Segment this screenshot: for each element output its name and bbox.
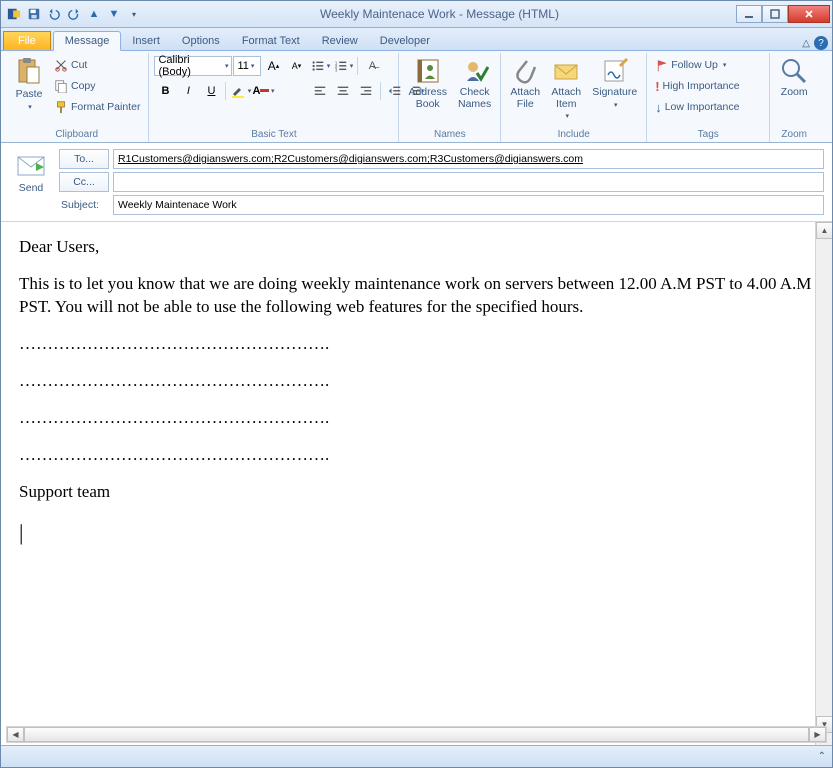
body-dots: ………………………………………………. (19, 370, 814, 393)
qat-save-button[interactable] (25, 5, 43, 23)
group-tags-title: Tags (652, 128, 764, 142)
italic-button[interactable]: I (177, 80, 199, 102)
group-clipboard: Paste ▾ Cut Copy Format Painter Clipboar… (5, 53, 149, 142)
cc-button[interactable]: Cc... (59, 172, 109, 192)
body-dots: ………………………………………………. (19, 407, 814, 430)
paste-button[interactable]: Paste ▾ (10, 55, 48, 113)
check-names-button[interactable]: Check Names (454, 55, 495, 112)
format-painter-button[interactable]: Format Painter (51, 97, 143, 117)
subject-label: Subject: (59, 199, 109, 211)
attach-file-button[interactable]: Attach File (506, 55, 544, 112)
group-tags: Follow Up▾ !High Importance ↓Low Importa… (647, 53, 770, 142)
ribbon-tabs: File Message Insert Options Format Text … (1, 28, 832, 51)
tab-format-text[interactable]: Format Text (231, 32, 311, 50)
group-include: Attach File Attach Item▾ Signature▾ Incl… (501, 53, 647, 142)
align-left-button[interactable] (309, 80, 331, 102)
follow-up-button[interactable]: Follow Up▾ (652, 55, 764, 75)
horizontal-scrollbar[interactable]: ◀ ▶ (6, 726, 827, 743)
group-zoom: Zoom Zoom (770, 53, 818, 142)
attach-item-button[interactable]: Attach Item▾ (547, 55, 585, 122)
group-zoom-title: Zoom (775, 128, 813, 142)
qat-undo-button[interactable] (45, 5, 63, 23)
group-basic-text-title: Basic Text (154, 128, 393, 142)
vertical-scrollbar[interactable]: ▲ ▼ (815, 222, 832, 750)
subject-field[interactable]: Weekly Maintenace Work (113, 195, 824, 215)
tab-insert[interactable]: Insert (121, 32, 171, 50)
text-cursor: | (19, 518, 814, 548)
font-color-button[interactable]: A▾ (252, 80, 274, 102)
scroll-up-button[interactable]: ▲ (816, 222, 832, 239)
clear-formatting-button[interactable]: A̶ (361, 55, 383, 77)
group-names-title: Names (404, 128, 495, 142)
high-importance-button[interactable]: !High Importance (652, 76, 764, 96)
tab-review[interactable]: Review (311, 32, 369, 50)
numbering-button[interactable]: 123▾ (332, 55, 354, 77)
group-clipboard-title: Clipboard (10, 128, 143, 142)
outlook-icon (5, 5, 23, 23)
body-dots: ………………………………………………. (19, 444, 814, 467)
align-right-button[interactable] (355, 80, 377, 102)
ribbon: Paste ▾ Cut Copy Format Painter Clipboar… (1, 51, 832, 143)
zoom-button[interactable]: Zoom (775, 55, 813, 101)
quick-access-toolbar: ▲ ▼ ▾ (3, 5, 143, 23)
to-button[interactable]: To... (59, 149, 109, 169)
bold-button[interactable]: B (154, 80, 176, 102)
scroll-thumb[interactable] (24, 727, 809, 742)
qat-next-button[interactable]: ▼ (105, 5, 123, 23)
titlebar: ▲ ▼ ▾ Weekly Maintenace Work - Message (… (1, 1, 832, 28)
message-body-area[interactable]: Dear Users, This is to let you know that… (1, 222, 832, 750)
body-greeting: Dear Users, (19, 236, 814, 259)
maximize-button[interactable] (762, 5, 788, 23)
body-signoff: Support team (19, 481, 814, 504)
highlight-button[interactable]: ▾ (229, 80, 251, 102)
qat-customize-button[interactable]: ▾ (125, 5, 143, 23)
tab-options[interactable]: Options (171, 32, 231, 50)
statusbar: ⌃ (1, 745, 832, 767)
group-include-title: Include (506, 128, 641, 142)
grow-font-button[interactable]: A▴ (262, 55, 284, 77)
decrease-indent-button[interactable] (384, 80, 406, 102)
ribbon-expand-icon[interactable]: ⌃ (818, 751, 826, 762)
compose-header: Send To... R1Customers@digianswers.com;R… (1, 143, 832, 222)
to-field[interactable]: R1Customers@digianswers.com;R2Customers@… (113, 149, 824, 169)
qat-previous-button[interactable]: ▲ (85, 5, 103, 23)
body-paragraph: This is to let you know that we are doin… (19, 273, 814, 319)
help-icon[interactable]: ? (814, 36, 828, 50)
shrink-font-button[interactable]: A▾ (285, 55, 307, 77)
window-controls (736, 5, 830, 23)
qat-redo-button[interactable] (65, 5, 83, 23)
minimize-button[interactable] (736, 5, 762, 23)
font-name-select[interactable]: Calibri (Body)▾ (154, 56, 232, 76)
ribbon-minimize-icon[interactable]: △ (802, 38, 810, 49)
tab-developer[interactable]: Developer (369, 32, 441, 50)
svg-text:3: 3 (335, 67, 338, 72)
group-basic-text: Calibri (Body)▾ 11▾ A▴ A▾ B I U ▾ A▾ ▾ 1… (149, 53, 399, 142)
body-dots: ………………………………………………. (19, 333, 814, 356)
underline-button[interactable]: U (200, 80, 222, 102)
copy-button[interactable]: Copy (51, 76, 143, 96)
increase-indent-button[interactable] (407, 80, 429, 102)
cut-button[interactable]: Cut (51, 55, 143, 75)
send-button[interactable] (16, 155, 46, 180)
signature-button[interactable]: Signature▾ (588, 55, 641, 111)
bullets-button[interactable]: ▾ (309, 55, 331, 77)
close-button[interactable] (788, 5, 830, 23)
low-importance-button[interactable]: ↓Low Importance (652, 97, 764, 117)
file-tab[interactable]: File (3, 31, 51, 50)
align-center-button[interactable] (332, 80, 354, 102)
font-size-select[interactable]: 11▾ (233, 56, 261, 76)
scroll-left-button[interactable]: ◀ (7, 727, 24, 742)
window-title: Weekly Maintenace Work - Message (HTML) (143, 7, 736, 21)
cc-field[interactable] (113, 172, 824, 192)
send-label: Send (19, 182, 44, 194)
scroll-right-button[interactable]: ▶ (809, 727, 826, 742)
tab-message[interactable]: Message (53, 31, 122, 51)
